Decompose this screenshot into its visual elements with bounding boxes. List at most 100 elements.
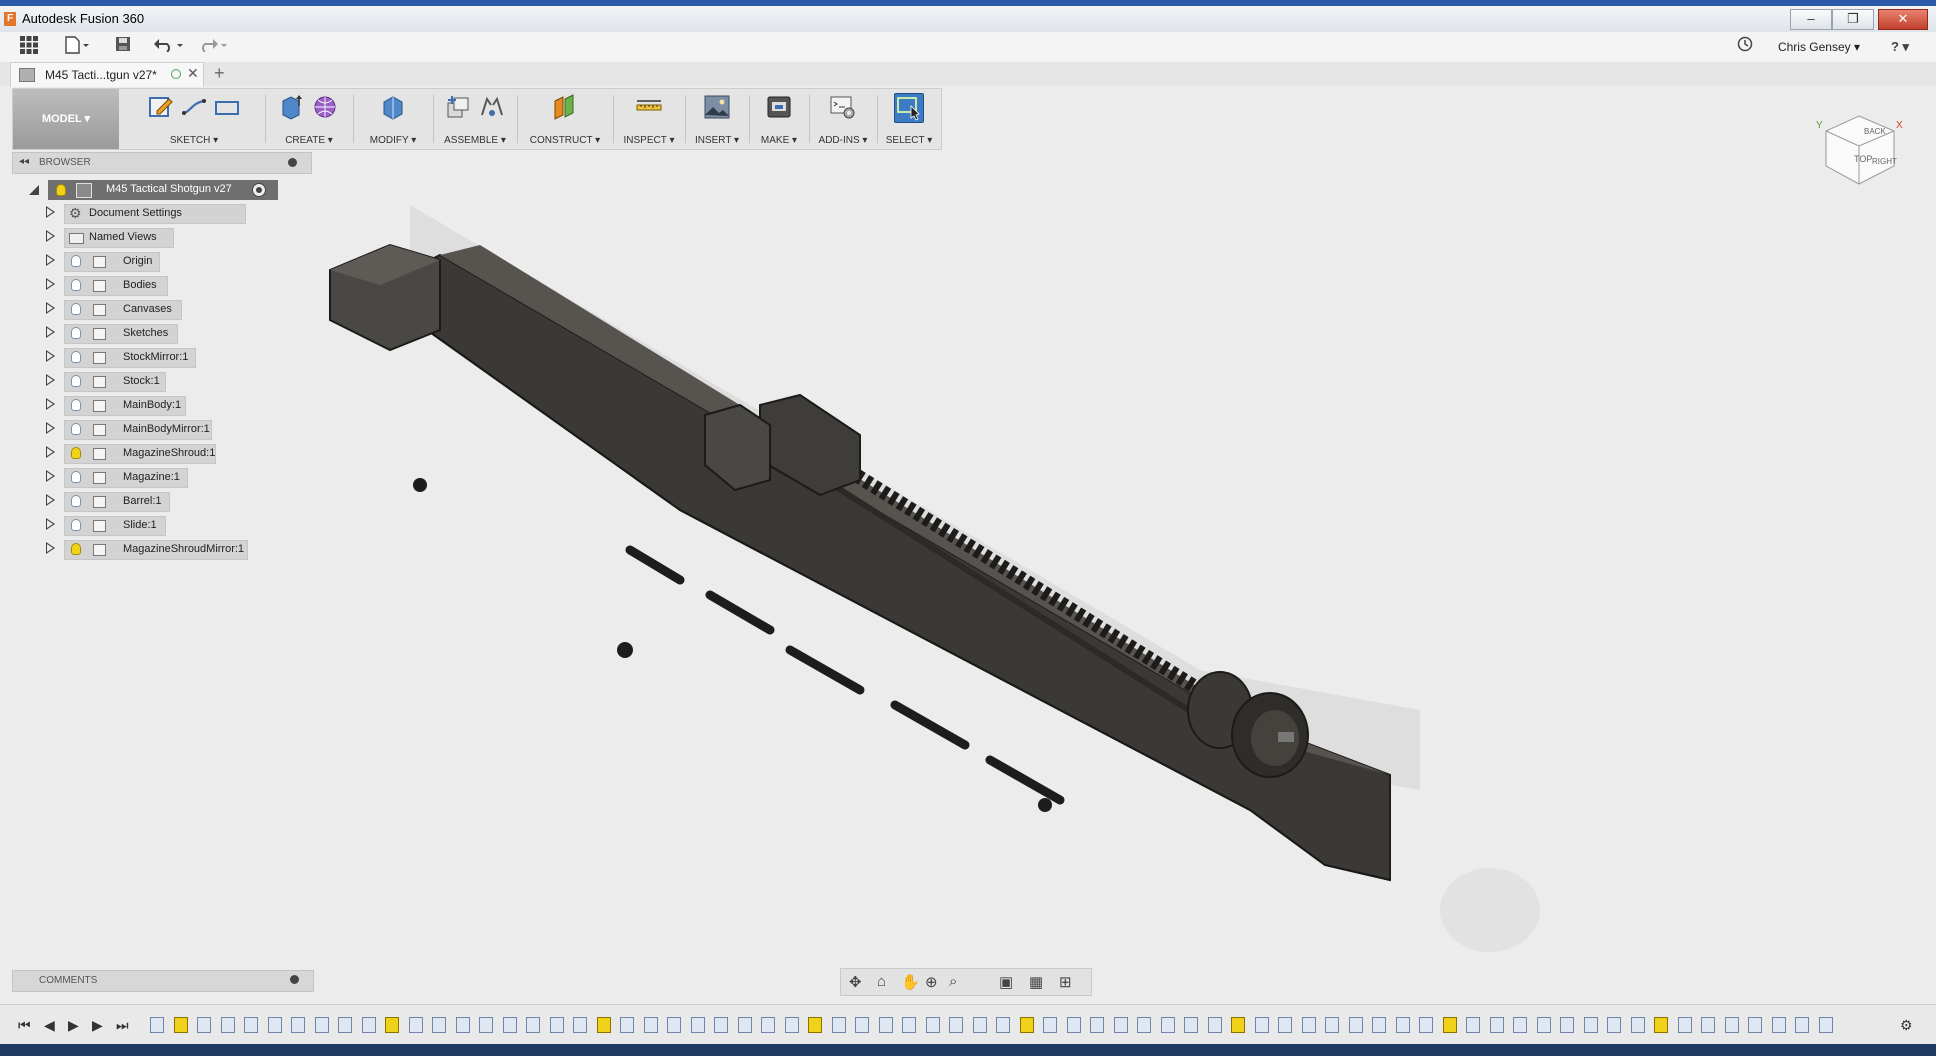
timeline-feature-icon[interactable] — [972, 1017, 987, 1033]
visibility-bulb-icon[interactable] — [71, 327, 81, 339]
grid-settings-icon[interactable]: ▦ — [1029, 973, 1043, 991]
timeline-feature-icon[interactable] — [1513, 1017, 1527, 1033]
save-icon[interactable] — [112, 36, 134, 58]
timeline-feature-icon[interactable] — [197, 1017, 211, 1033]
visibility-bulb-icon[interactable] — [71, 543, 81, 555]
visibility-bulb-icon[interactable] — [71, 351, 81, 363]
data-panel-grid-icon[interactable] — [18, 36, 40, 58]
timeline-feature-icon[interactable] — [1724, 1017, 1739, 1033]
make-menu[interactable]: MAKE ▾ — [751, 135, 807, 146]
timeline-feature-icon[interactable] — [1160, 1017, 1175, 1033]
3d-print-icon[interactable] — [765, 93, 793, 121]
timeline-feature-icon[interactable] — [1771, 1017, 1786, 1033]
collapse-browser-icon[interactable]: ◂◂ — [19, 156, 29, 167]
timeline-feature-icon[interactable] — [1489, 1017, 1504, 1033]
display-settings-icon[interactable]: ▣ — [999, 973, 1013, 991]
timeline-feature-icon[interactable] — [1442, 1017, 1457, 1033]
timeline-feature-icon[interactable] — [1019, 1017, 1034, 1033]
timeline-feature-icon[interactable] — [878, 1017, 893, 1033]
visibility-bulb-icon[interactable] — [71, 279, 81, 291]
visibility-bulb-icon[interactable] — [71, 447, 81, 459]
activate-component-icon[interactable] — [252, 183, 266, 197]
timeline-start-icon[interactable]: ⏮ — [18, 1017, 31, 1034]
timeline-feature-icon[interactable] — [573, 1017, 587, 1033]
toolbar-group-assemble[interactable]: ASSEMBLE ▾ — [435, 89, 515, 149]
joint-icon[interactable] — [478, 93, 506, 121]
toolbar-group-inspect[interactable]: INSPECT ▾ — [615, 89, 683, 149]
timeline-feature-icon[interactable] — [667, 1017, 681, 1033]
timeline-feature-icon[interactable] — [1231, 1017, 1245, 1033]
timeline-feature-icon[interactable] — [1701, 1017, 1715, 1033]
expand-arrow-icon[interactable] — [46, 470, 55, 482]
timeline-play-icon[interactable]: ▶ — [68, 1017, 79, 1034]
timeline-feature-icon[interactable] — [408, 1017, 423, 1033]
timeline-feature-icon[interactable] — [1419, 1017, 1433, 1033]
expanded-triangle-icon[interactable] — [28, 184, 40, 196]
visibility-bulb-icon[interactable] — [71, 495, 81, 507]
timeline-feature-icon[interactable] — [526, 1017, 540, 1033]
timeline-feature-icon[interactable] — [1325, 1017, 1339, 1033]
visibility-bulb-icon[interactable] — [71, 519, 81, 531]
timeline-feature-icon[interactable] — [432, 1017, 446, 1033]
expand-arrow-icon[interactable] — [46, 518, 55, 530]
timeline-step-forward-icon[interactable]: ▶ — [92, 1017, 103, 1034]
timeline-feature-icon[interactable] — [1301, 1017, 1316, 1033]
file-menu-icon[interactable] — [62, 36, 92, 58]
timeline-feature-icon[interactable] — [291, 1017, 305, 1033]
visibility-bulb-icon[interactable] — [71, 423, 81, 435]
timeline-feature-icon[interactable] — [1536, 1017, 1551, 1033]
3d-viewport[interactable] — [320, 150, 1936, 960]
timeline-feature-icon[interactable] — [1677, 1017, 1692, 1033]
viewports-icon[interactable]: ⊞ — [1059, 973, 1072, 991]
timeline-feature-icon[interactable] — [808, 1017, 822, 1033]
extrude-icon[interactable] — [278, 93, 306, 121]
view-cube[interactable]: TOP BACK RIGHT Y X — [1814, 106, 1904, 196]
offset-plane-icon[interactable] — [551, 93, 579, 121]
toolbar-group-insert[interactable]: INSERT ▾ — [687, 89, 747, 149]
expand-arrow-icon[interactable] — [46, 206, 55, 218]
user-account-menu[interactable]: Chris Gensey ▾ — [1778, 40, 1860, 54]
visibility-bulb-icon[interactable] — [71, 255, 81, 267]
timeline-feature-icon[interactable] — [338, 1017, 352, 1033]
close-tab-icon[interactable]: ✕ — [187, 65, 199, 82]
visibility-bulb-icon[interactable] — [71, 399, 81, 411]
expand-arrow-icon[interactable] — [46, 422, 55, 434]
insert-menu[interactable]: INSERT ▾ — [687, 135, 747, 146]
timeline-feature-icon[interactable] — [902, 1017, 916, 1033]
timeline-feature-icon[interactable] — [831, 1017, 846, 1033]
select-menu[interactable]: SELECT ▾ — [879, 135, 939, 146]
expand-arrow-icon[interactable] — [46, 374, 55, 386]
root-component-chip[interactable]: M45 Tactical Shotgun v27 — [48, 180, 278, 200]
timeline-feature-icon[interactable] — [1654, 1017, 1668, 1033]
timeline-feature-icon[interactable] — [361, 1017, 376, 1033]
timeline-feature-icon[interactable] — [244, 1017, 258, 1033]
redo-icon[interactable] — [196, 36, 232, 58]
assemble-menu[interactable]: ASSEMBLE ▾ — [435, 135, 515, 146]
expand-arrow-icon[interactable] — [46, 230, 55, 242]
expand-arrow-icon[interactable] — [46, 398, 55, 410]
create-sketch-icon[interactable] — [147, 93, 175, 121]
timeline-feature-icon[interactable] — [1795, 1017, 1809, 1033]
close-window-button[interactable]: ✕ — [1878, 9, 1928, 30]
zoom-icon[interactable]: ⊕ — [925, 973, 938, 991]
timeline-feature-icon[interactable] — [1560, 1017, 1574, 1033]
add-comment-icon[interactable] — [290, 975, 299, 984]
timeline-feature-icon[interactable] — [1113, 1017, 1128, 1033]
undo-icon[interactable] — [152, 36, 188, 58]
timeline-feature-icon[interactable] — [620, 1017, 634, 1033]
timeline-feature-icon[interactable] — [502, 1017, 517, 1033]
timeline-feature-icon[interactable] — [1278, 1017, 1292, 1033]
scripts-add-ins-icon[interactable] — [829, 93, 857, 121]
expand-arrow-icon[interactable] — [46, 350, 55, 362]
timeline-feature-icon[interactable] — [314, 1017, 329, 1033]
timeline-feature-icon[interactable] — [643, 1017, 658, 1033]
timeline-feature-icon[interactable] — [173, 1017, 188, 1033]
expand-arrow-icon[interactable] — [46, 254, 55, 266]
timeline-feature-icon[interactable] — [1395, 1017, 1410, 1033]
timeline-feature-icon[interactable] — [996, 1017, 1010, 1033]
timeline-feature-icon[interactable] — [1583, 1017, 1598, 1033]
pan-hand-icon[interactable]: ✋ — [901, 973, 920, 991]
viewcube-top-face[interactable]: TOP — [1854, 154, 1872, 164]
comments-panel[interactable]: COMMENTS — [12, 970, 314, 992]
timeline-feature-icon[interactable] — [1043, 1017, 1057, 1033]
